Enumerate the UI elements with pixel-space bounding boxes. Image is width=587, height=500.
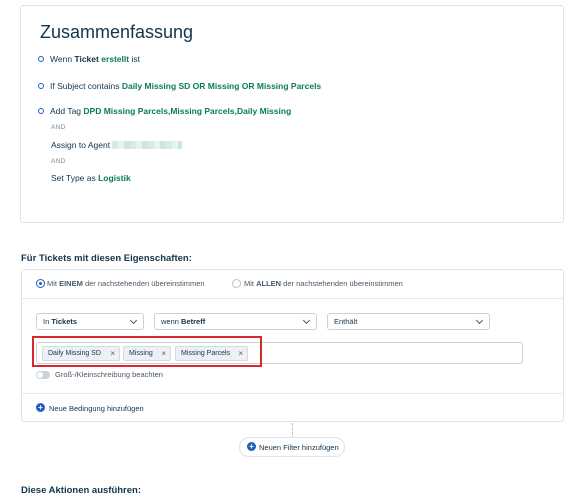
bullet-icon	[38, 82, 44, 89]
scope-value: Tickets	[51, 317, 78, 326]
match-all-radio[interactable]	[232, 279, 241, 288]
operator-value: Enthält	[334, 317, 358, 326]
match-all-label[interactable]: Mit ALLEN der nachstehenden übereinstimm…	[244, 279, 403, 288]
summary-card: Zusammenfassung Wenn Ticket erstellt ist…	[20, 5, 564, 223]
add-condition-plus-icon[interactable]: +	[36, 403, 45, 412]
divider	[21, 393, 564, 394]
chevron-down-icon	[129, 316, 138, 325]
condition-value: Daily Missing SD OR Missing OR Missing P…	[121, 81, 322, 91]
set-type-line: Set Type as Logistik	[51, 173, 131, 183]
annotation-highlight-box	[32, 336, 262, 367]
redacted-agent-name	[112, 140, 183, 149]
chevron-down-icon	[475, 316, 484, 325]
bullet-icon	[38, 107, 44, 114]
and-separator: AND	[51, 124, 66, 131]
bullet-icon	[38, 55, 44, 62]
action-tags-value: DPD Missing Parcels,Missing Parcels,Dail…	[83, 106, 292, 116]
filter-section-title: Für Tickets mit diesen Eigenschaften:	[21, 253, 192, 264]
case-sensitive-label: Groß-/Kleinschreibung beachten	[55, 370, 163, 379]
match-any-radio[interactable]	[36, 279, 45, 288]
assign-agent-line: Assign to Agent	[51, 140, 183, 150]
set-type-value: Logistik	[98, 173, 131, 183]
add-filter-label[interactable]: Neuen Filter hinzufügen	[259, 443, 339, 452]
trigger-event: erstellt	[101, 54, 130, 64]
match-any-label[interactable]: Mit EINEM der nachstehenden übereinstimm…	[47, 279, 205, 288]
scope-select[interactable]: In Tickets	[36, 313, 144, 330]
summary-rule-trigger: Wenn Ticket erstellt ist	[38, 54, 140, 64]
and-separator: AND	[51, 158, 66, 165]
summary-title: Zusammenfassung	[40, 22, 194, 42]
trigger-object: Ticket	[74, 54, 99, 64]
add-condition-link[interactable]: Neue Bedingung hinzufügen	[49, 404, 144, 413]
match-mode-row: Mit EINEM der nachstehenden übereinstimm…	[22, 270, 563, 299]
case-sensitive-toggle[interactable]	[36, 371, 50, 379]
operator-select[interactable]: Enthält	[327, 313, 490, 330]
field-select[interactable]: wenn Betreff	[154, 313, 317, 330]
summary-rule-action: Add Tag DPD Missing Parcels,Missing Parc…	[38, 106, 291, 116]
chevron-down-icon	[302, 316, 311, 325]
field-value: Betreff	[181, 317, 206, 326]
summary-rule-condition: If Subject contains Daily Missing SD OR …	[38, 81, 321, 91]
actions-section-title: Diese Aktionen ausführen:	[21, 485, 142, 496]
add-filter-plus-icon[interactable]: +	[247, 442, 256, 451]
